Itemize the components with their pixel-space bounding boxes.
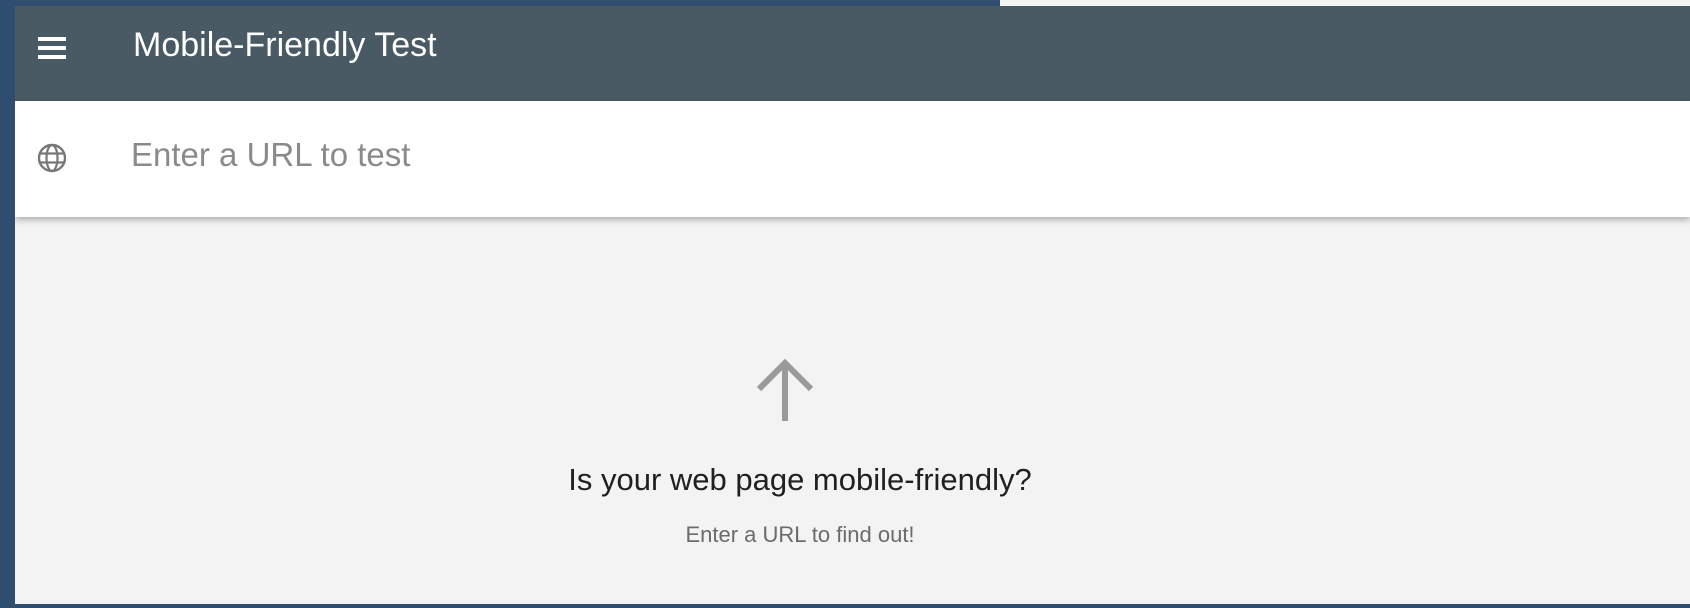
empty-state-headline: Is your web page mobile-friendly? xyxy=(568,462,1032,497)
empty-state: Is your web page mobile-friendly? Enter … xyxy=(15,217,1690,604)
hamburger-menu-icon[interactable] xyxy=(35,35,69,61)
app-bar: Mobile-Friendly Test xyxy=(15,6,1690,101)
app-title: Mobile-Friendly Test xyxy=(133,26,437,64)
arrow-up-icon xyxy=(756,358,814,421)
url-search-bar xyxy=(15,101,1690,217)
globe-icon xyxy=(37,143,67,173)
empty-state-subtext: Enter a URL to find out! xyxy=(685,522,915,547)
app-window: Mobile-Friendly Test Is your web page mo… xyxy=(15,6,1690,604)
url-input[interactable] xyxy=(131,129,1531,181)
